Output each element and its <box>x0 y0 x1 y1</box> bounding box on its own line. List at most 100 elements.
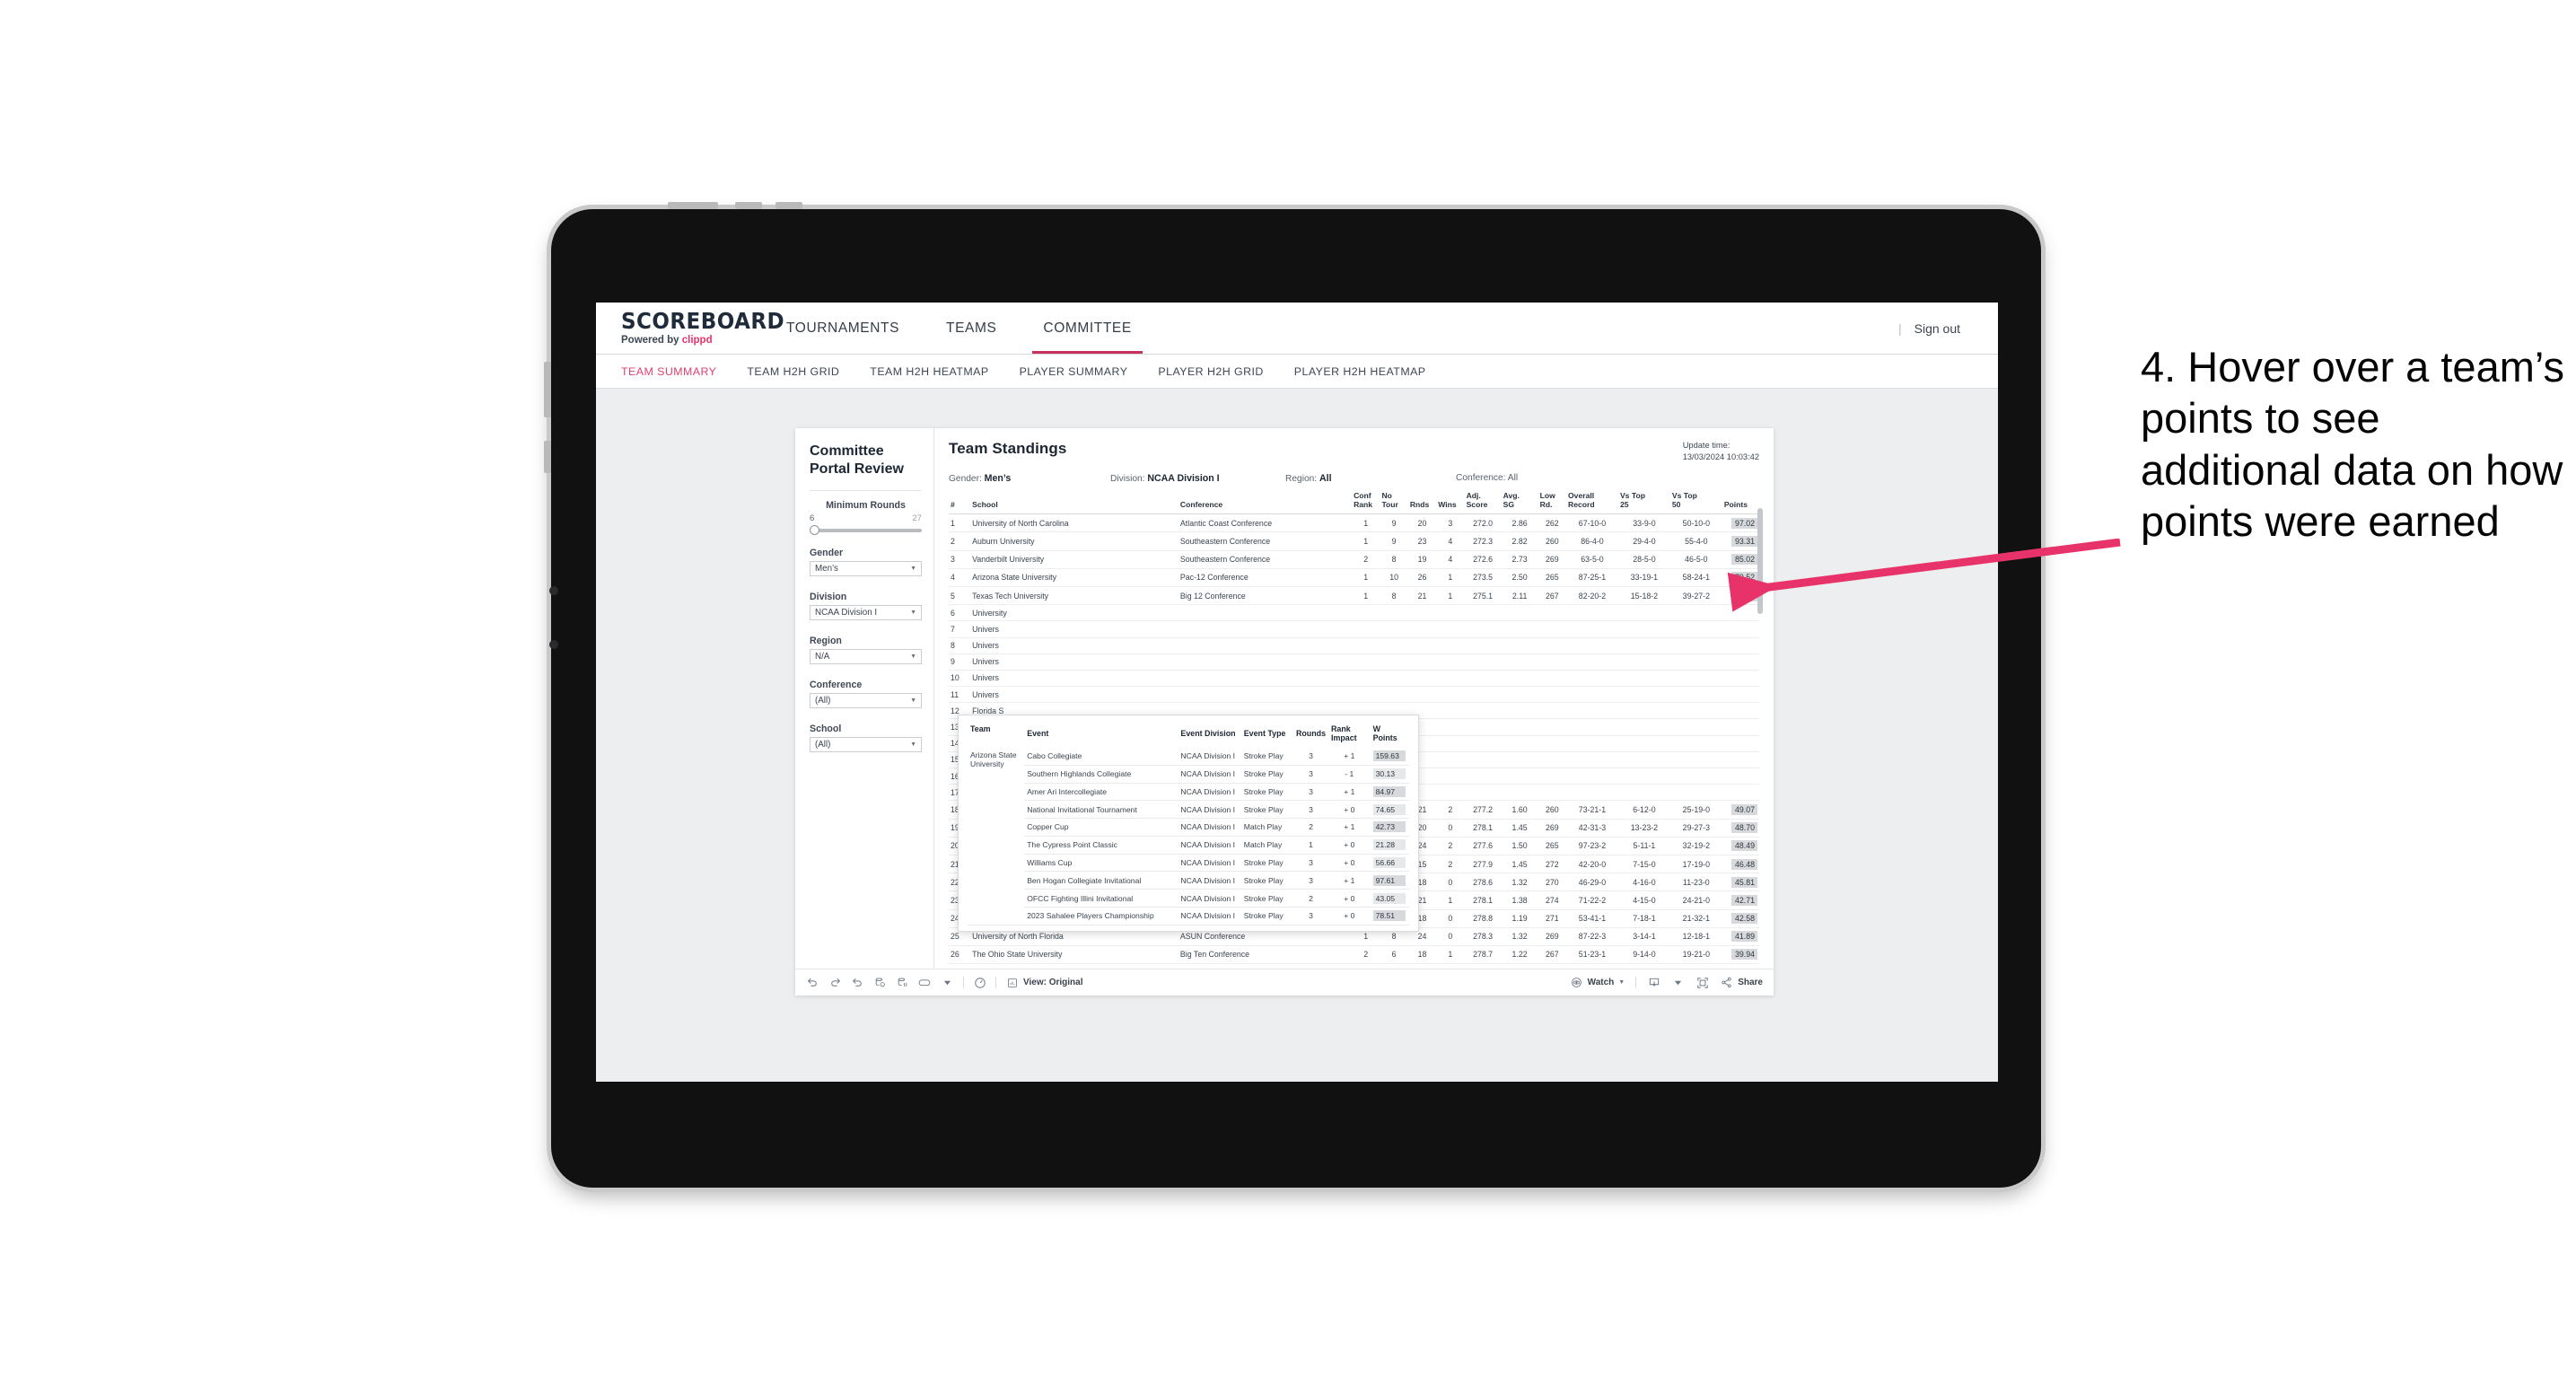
sign-out-link[interactable]: Sign out <box>1914 321 1960 336</box>
cell-vs-top-50 <box>1669 686 1722 704</box>
cell-vs-top-50 <box>1669 718 1722 736</box>
revert-icon[interactable] <box>851 976 864 989</box>
highlight-icon[interactable] <box>918 976 932 989</box>
meta-region: Region: All <box>1285 473 1456 484</box>
tab-team-h2h-grid[interactable]: TEAM H2H GRID <box>747 365 839 378</box>
brand-logo[interactable]: SCOREBOARD Powered by clippd <box>596 303 784 354</box>
table-row[interactable]: 8 Univers <box>949 637 1759 654</box>
cell-points[interactable]: 97.02 <box>1722 513 1759 533</box>
minimum-rounds-slider-handle[interactable] <box>810 525 819 535</box>
th-rnds[interactable]: Rnds <box>1407 491 1437 515</box>
chevron-down-icon[interactable] <box>941 976 954 989</box>
th-conference[interactable]: Conference <box>1178 491 1353 515</box>
nav-item-tournaments[interactable]: TOURNAMENTS <box>763 303 923 354</box>
cell-points[interactable]: 42.71 <box>1722 890 1759 910</box>
cell-avg-sg: 2.11 <box>1501 586 1538 606</box>
table-row[interactable]: 10 Univers <box>949 670 1759 688</box>
tab-player-summary[interactable]: PLAYER SUMMARY <box>1020 365 1128 378</box>
cell-points[interactable] <box>1722 735 1759 752</box>
th-school[interactable]: School <box>970 491 1178 515</box>
device-camera-icon <box>549 586 558 595</box>
cell-points[interactable] <box>1722 702 1759 720</box>
th-vs-top-25[interactable]: Vs Top 25 <box>1617 491 1670 515</box>
table-row[interactable]: 26 The Ohio State University Big Ten Confe… <box>949 945 1759 965</box>
cell-conf-rank <box>1352 654 1380 671</box>
refresh-data-source-icon[interactable] <box>873 976 887 989</box>
th-avg-sg[interactable]: Avg. SG <box>1501 491 1538 515</box>
cell-low-rd <box>1538 735 1566 752</box>
cell-wins: 0 <box>1436 909 1465 928</box>
cell-points[interactable] <box>1722 768 1759 785</box>
minimum-rounds-slider[interactable] <box>810 525 922 535</box>
cell-points[interactable] <box>1722 784 1759 802</box>
w-points-badge: 74.65 <box>1372 803 1406 815</box>
th-overall-record[interactable]: Overall Record <box>1566 491 1618 515</box>
table-row[interactable]: 6 University <box>949 604 1759 622</box>
cell-low-rd <box>1538 654 1566 671</box>
share-button[interactable]: Share <box>1720 976 1763 989</box>
fullscreen-icon[interactable] <box>1695 976 1709 989</box>
watch-button[interactable]: Watch ▼ <box>1570 976 1625 989</box>
th-rank-l1: # <box>951 499 955 509</box>
table-row[interactable]: 9 Univers <box>949 654 1759 671</box>
table-row[interactable]: 11 Univers <box>949 686 1759 704</box>
tab-player-h2h-grid[interactable]: PLAYER H2H GRID <box>1158 365 1263 378</box>
nav-item-committee[interactable]: COMMITTEE <box>1020 303 1154 354</box>
cell-overall-record <box>1566 654 1618 671</box>
cell-rnds: 19 <box>1407 550 1437 569</box>
tab-team-summary[interactable]: TEAM SUMMARY <box>621 365 716 378</box>
th-conf-rank[interactable]: Conf Rank <box>1352 491 1380 515</box>
chevron-down-icon[interactable] <box>1671 976 1685 989</box>
cell-points[interactable]: 48.49 <box>1722 837 1759 855</box>
cell-points[interactable]: 42.58 <box>1722 909 1759 928</box>
division-value: NCAA Division I <box>815 608 878 618</box>
cell-points[interactable]: 48.70 <box>1722 819 1759 838</box>
nav-item-teams[interactable]: TEAMS <box>923 303 1020 354</box>
gender-select[interactable]: Men’s ▼ <box>810 561 922 576</box>
pause-data-source-icon[interactable] <box>896 976 909 989</box>
table-row[interactable]: 7 Univers <box>949 620 1759 638</box>
cell-points[interactable] <box>1722 718 1759 736</box>
tab-team-h2h-heatmap[interactable]: TEAM H2H HEATMAP <box>870 365 988 378</box>
th-wins[interactable]: Wins <box>1436 491 1465 515</box>
table-row[interactable]: 3 Vanderbilt University Southeastern Confe… <box>949 550 1759 569</box>
device-volume-up-button <box>735 202 762 209</box>
table-row[interactable]: 5 Texas Tech University Big 12 Conference 1… <box>949 586 1759 606</box>
table-row[interactable]: 4 Arizona State University Pac-12 Conferen… <box>949 568 1759 587</box>
cell-vs-top-25: 13-23-2 <box>1617 819 1670 838</box>
cell-avg-sg <box>1501 637 1538 654</box>
meta-region-label: Region: <box>1285 473 1318 484</box>
cell-conference: Southeastern Conference <box>1178 531 1353 551</box>
download-icon[interactable] <box>1647 976 1660 989</box>
standings-thead: # School Conference Conf Rank No Tour Rnds… <box>949 491 1759 515</box>
cell-points[interactable]: 39.94 <box>1722 945 1759 965</box>
cell-points[interactable] <box>1722 686 1759 704</box>
cell-points[interactable] <box>1722 751 1759 769</box>
th-conf-rank-l2: Rank <box>1354 499 1373 509</box>
th-vs-top-50[interactable]: Vs Top 50 <box>1669 491 1722 515</box>
table-row[interactable]: 1 University of North Carolina Atlantic Co… <box>949 513 1759 533</box>
th-low-rd[interactable]: Low Rd. <box>1538 491 1566 515</box>
th-no-tour[interactable]: No Tour <box>1380 491 1408 515</box>
cell-points[interactable]: 46.48 <box>1722 855 1759 874</box>
cell-low-rd: 260 <box>1538 800 1566 820</box>
redo-icon[interactable] <box>828 976 842 989</box>
table-row[interactable]: 2 Auburn University Southeastern Conferenc… <box>949 531 1759 551</box>
division-select[interactable]: NCAA Division I ▼ <box>810 605 922 620</box>
view-original-button[interactable]: View: Original <box>1005 976 1083 989</box>
region-select[interactable]: N/A ▼ <box>810 649 922 664</box>
cell-points[interactable]: 49.07 <box>1722 800 1759 820</box>
cell-points[interactable]: 41.89 <box>1722 927 1759 946</box>
undo-icon[interactable] <box>806 976 819 989</box>
cell-points[interactable] <box>1722 670 1759 688</box>
tooltip-cell-w-points: 97.61 <box>1370 871 1409 890</box>
conference-select[interactable]: (All) ▼ <box>810 693 922 708</box>
th-adj-score[interactable]: Adj. Score <box>1464 491 1502 515</box>
th-rank[interactable]: # <box>949 491 971 515</box>
school-select[interactable]: (All) ▼ <box>810 737 922 752</box>
chevron-down-icon: ▼ <box>1618 979 1625 986</box>
th-points[interactable]: Points <box>1722 491 1759 515</box>
cell-points[interactable]: 45.81 <box>1722 873 1759 892</box>
pause-auto-update-icon[interactable] <box>973 976 986 989</box>
tab-player-h2h-heatmap[interactable]: PLAYER H2H HEATMAP <box>1294 365 1426 378</box>
